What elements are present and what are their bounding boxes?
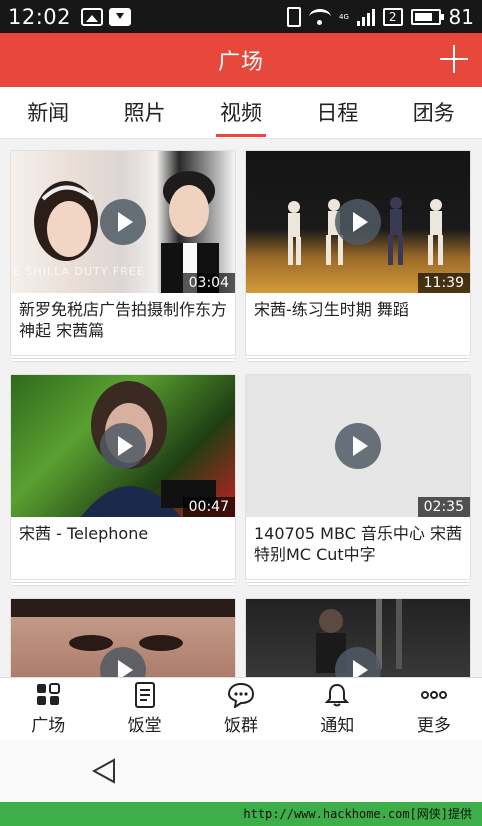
vibrate-icon	[287, 6, 302, 27]
page-title: 广场	[217, 50, 264, 75]
status-bar: 12:02 4G 2 81	[0, 0, 482, 33]
video-title: 140705 MBC 音乐中心 宋茜特别MC Cut中字	[254, 524, 463, 564]
video-title: 宋茜-练习生时期 舞蹈	[254, 300, 409, 319]
video-duration: 02:35	[417, 497, 470, 517]
video-thumbnail	[246, 599, 470, 677]
nav-item-fan-group[interactable]: 饭群	[193, 678, 289, 740]
nav-item-notifications[interactable]: 通知	[289, 678, 385, 740]
video-duration: 03:04	[182, 273, 235, 293]
video-grid: E SHILLA DUTY FREE 03:04 新罗免税店广告拍摄制作东方神起…	[0, 139, 482, 677]
tab-group-affairs[interactable]: 团务	[407, 87, 461, 139]
more-icon	[420, 691, 447, 699]
system-navigation-bar	[0, 740, 482, 802]
nav-label: 通知	[320, 716, 355, 736]
battery-icon	[410, 8, 444, 25]
nav-item-more[interactable]: 更多	[386, 678, 482, 740]
nav-item-canteen[interactable]: 饭堂	[96, 678, 192, 740]
play-icon[interactable]	[100, 423, 146, 469]
document-icon	[134, 682, 155, 708]
video-card[interactable]: 00:47 宋茜 - Telephone	[10, 374, 236, 580]
play-icon[interactable]	[100, 199, 146, 245]
add-icon[interactable]	[440, 45, 468, 73]
video-duration: 00:47	[182, 497, 235, 517]
tab-photos[interactable]: 照片	[118, 87, 172, 139]
signal-icon	[356, 8, 375, 26]
wifi-icon	[309, 8, 332, 25]
video-thumbnail: 02:35	[246, 375, 470, 517]
download-notification-icon	[109, 7, 132, 26]
video-title: 新罗免税店广告拍摄制作东方神起 宋茜篇	[19, 300, 228, 340]
video-card[interactable]: E SHILLA DUTY FREE 03:04 新罗免税店广告拍摄制作东方神起…	[10, 150, 236, 356]
video-card[interactable]	[10, 598, 236, 677]
video-thumbnail: 11:39	[246, 151, 470, 293]
video-thumbnail: 00:47	[11, 375, 235, 517]
nav-label: 饭堂	[127, 716, 162, 736]
app-header: 广场	[0, 33, 482, 87]
video-card[interactable]	[245, 598, 471, 677]
nav-label: 饭群	[224, 716, 259, 736]
tab-schedule[interactable]: 日程	[310, 87, 364, 139]
video-card[interactable]: 02:35 140705 MBC 音乐中心 宋茜特别MC Cut中字	[245, 374, 471, 580]
back-icon[interactable]	[90, 757, 118, 785]
nav-item-plaza[interactable]: 广场	[0, 678, 96, 740]
tab-news[interactable]: 新闻	[21, 87, 75, 139]
thumbnail-overlay-text: E SHILLA DUTY FREE	[13, 265, 145, 278]
video-thumbnail: E SHILLA DUTY FREE 03:04	[11, 151, 235, 293]
play-icon[interactable]	[335, 423, 381, 469]
battery-level: 81	[448, 4, 474, 29]
video-thumbnail	[11, 599, 235, 677]
chat-icon	[228, 682, 255, 708]
nav-label: 更多	[416, 716, 451, 736]
nav-label: 广场	[31, 716, 66, 736]
network-type-label: 4G	[339, 12, 349, 21]
tab-videos[interactable]: 视频	[214, 87, 268, 139]
video-title: 宋茜 - Telephone	[19, 524, 149, 543]
play-icon[interactable]	[335, 199, 381, 245]
video-card[interactable]: 11:39 宋茜-练习生时期 舞蹈	[245, 150, 471, 356]
sim-slot-badge: 2	[382, 7, 403, 26]
category-tabs: 新闻 照片 视频 日程 团务	[0, 87, 482, 139]
grid-icon	[37, 683, 61, 705]
bell-icon	[325, 683, 350, 707]
status-time: 12:02	[8, 4, 72, 29]
image-notification-icon	[81, 7, 104, 26]
video-duration: 11:39	[417, 273, 470, 293]
bottom-navigation: 广场 饭堂 饭群 通知 更多	[0, 677, 482, 740]
watermark-banner: http://www.hackhome.com[网侠]提供	[0, 802, 482, 826]
